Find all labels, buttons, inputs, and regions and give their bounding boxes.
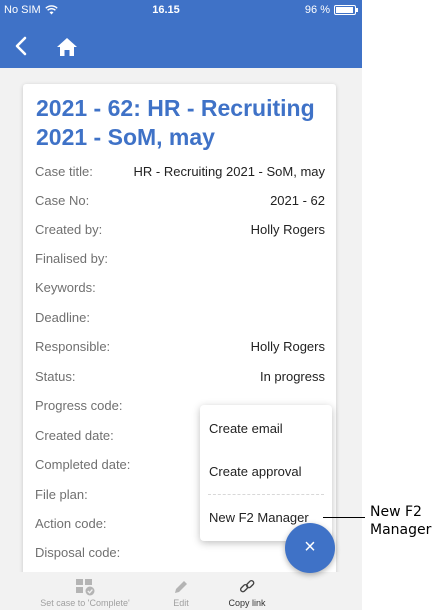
menu-divider [208,494,324,495]
field-label: Status: [35,369,76,384]
field-value: 2021 - 62 [270,193,325,208]
field-row-deadline: Deadline: [35,310,325,330]
home-icon[interactable] [56,36,78,58]
close-icon: × [304,536,316,558]
fab-action-menu: Create email Create approval New F2 Mana… [200,405,332,541]
field-label: Created date: [35,428,114,443]
field-label: Disposal code: [35,545,121,560]
case-heading-line-1: 2021 - 62: HR - Recruiting [36,95,315,121]
field-label: Completed date: [35,457,131,472]
callout-label: New F2 Manager [370,504,432,538]
case-heading: 2021 - 62: HR - Recruiting 2021 - SoM, m… [36,94,336,152]
link-icon [239,579,255,593]
status-right: 96 % [304,4,358,16]
field-label: Action code: [35,516,107,531]
app-bar: No SIM 16.15 96 % [0,0,362,68]
edit-label: Edit [173,598,189,608]
complete-case-icon [76,579,95,596]
callout-line [323,517,365,518]
field-row-disposal-code: Disposal code: [35,545,325,565]
edit-button[interactable]: Edit [163,578,199,608]
field-row-keywords: Keywords: [35,280,325,300]
copy-link-label: Copy link [228,598,266,608]
bottom-toolbar: Set case to 'Complete' Edit Copy link [0,572,362,610]
field-label: Case title: [35,164,93,179]
case-heading-line-2: 2021 - SoM, may [36,124,215,150]
field-label: Case No: [35,193,90,208]
field-row-case-title: Case title: HR - Recruiting 2021 - SoM, … [35,164,325,184]
copy-link-button[interactable]: Copy link [220,578,274,608]
set-complete-button[interactable]: Set case to 'Complete' [26,578,144,608]
field-label: Deadline: [35,310,90,325]
field-value: HR - Recruiting 2021 - SoM, may [133,164,325,179]
status-bar: No SIM 16.15 96 % [0,0,362,22]
field-label: Finalised by: [35,251,108,266]
field-label: Responsible: [35,339,111,354]
back-arrow-icon[interactable] [10,34,34,58]
status-value: In progress [259,369,325,384]
battery-icon [334,5,358,15]
phone-screen: No SIM 16.15 96 % 2021 - 62: HR - Recrui… [0,0,362,610]
field-row-case-no: Case No: 2021 - 62 [35,193,325,213]
field-row-responsible: Responsible: Holly Rogers [35,339,325,359]
field-row-status: Status: In progress [35,369,325,389]
field-value: Holly Rogers [250,339,325,354]
field-label: Created by: [35,222,103,237]
field-row-finalised-by: Finalised by: [35,251,325,271]
field-value: Holly Rogers [250,222,325,237]
set-complete-label: Set case to 'Complete' [40,598,130,608]
field-row-created-by: Created by: Holly Rogers [35,222,325,242]
pencil-icon [175,581,187,593]
menu-item-new-f2-manager[interactable]: New F2 Manager [209,510,309,525]
menu-item-create-approval[interactable]: Create approval [209,464,302,479]
menu-item-create-email[interactable]: Create email [209,421,283,436]
field-label: Progress code: [35,398,123,413]
fab-close-button[interactable]: × [285,523,335,573]
field-label: Keywords: [35,280,96,295]
battery-percent: 96 % [304,4,330,16]
field-label: File plan: [35,487,88,502]
